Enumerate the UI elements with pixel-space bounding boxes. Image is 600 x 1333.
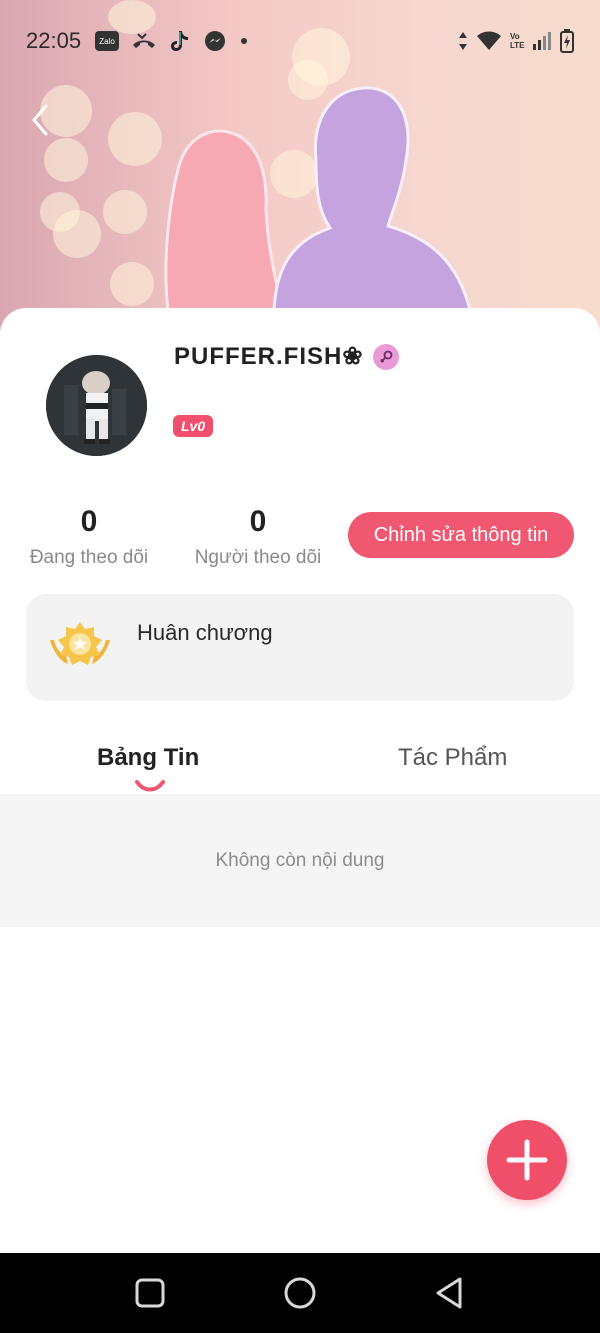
signal-icon xyxy=(533,32,551,50)
missed-call-icon xyxy=(131,31,157,51)
wifi-icon xyxy=(477,31,501,50)
home-circle-icon[interactable] xyxy=(280,1273,320,1313)
followers-count: 0 xyxy=(249,505,267,538)
tab-works[interactable]: Tác Phẩm xyxy=(398,744,507,772)
status-time: 22:05 xyxy=(26,28,82,53)
battery-charging-icon xyxy=(560,29,574,53)
data-arrows-icon xyxy=(459,32,467,50)
avatar[interactable] xyxy=(46,355,147,456)
medal-icon xyxy=(50,622,110,665)
female-symbol-icon xyxy=(373,343,400,370)
messenger-icon xyxy=(203,29,227,53)
username: PUFFER.FISH❀ xyxy=(174,342,400,371)
empty-feed-text: Không còn nội dung xyxy=(215,850,385,871)
plus-icon xyxy=(506,1139,548,1181)
tiktok-icon xyxy=(169,29,191,53)
dot-icon xyxy=(239,36,249,46)
username-text: PUFFER.FISH❀ xyxy=(174,343,364,370)
level-badge: Lv0 xyxy=(173,415,214,437)
status-bar: 22:05 Zalo Vo LTE xyxy=(26,24,574,58)
edit-profile-button[interactable]: Chỉnh sửa thông tin xyxy=(348,512,574,558)
volte-icon: Vo LTE xyxy=(510,32,525,50)
following-stat[interactable]: 0 Đang theo dõi xyxy=(26,505,152,569)
chevron-left-icon xyxy=(32,104,48,136)
back-button[interactable] xyxy=(26,100,56,140)
active-tab-indicator xyxy=(135,780,165,792)
recents-square-icon[interactable] xyxy=(130,1273,170,1313)
followers-label: Người theo dõi xyxy=(194,547,322,568)
followers-stat[interactable]: 0 Người theo dõi xyxy=(188,505,328,569)
tab-feed[interactable]: Bảng Tin xyxy=(97,744,199,772)
following-count: 0 xyxy=(80,505,98,538)
medals-label: Huân chương xyxy=(137,620,273,645)
status-right-icons: Vo LTE xyxy=(458,29,574,53)
zalo-icon: Zalo xyxy=(95,31,120,51)
create-post-button[interactable] xyxy=(487,1120,567,1200)
back-triangle-icon[interactable] xyxy=(430,1273,470,1313)
following-label: Đang theo dõi xyxy=(29,547,149,568)
